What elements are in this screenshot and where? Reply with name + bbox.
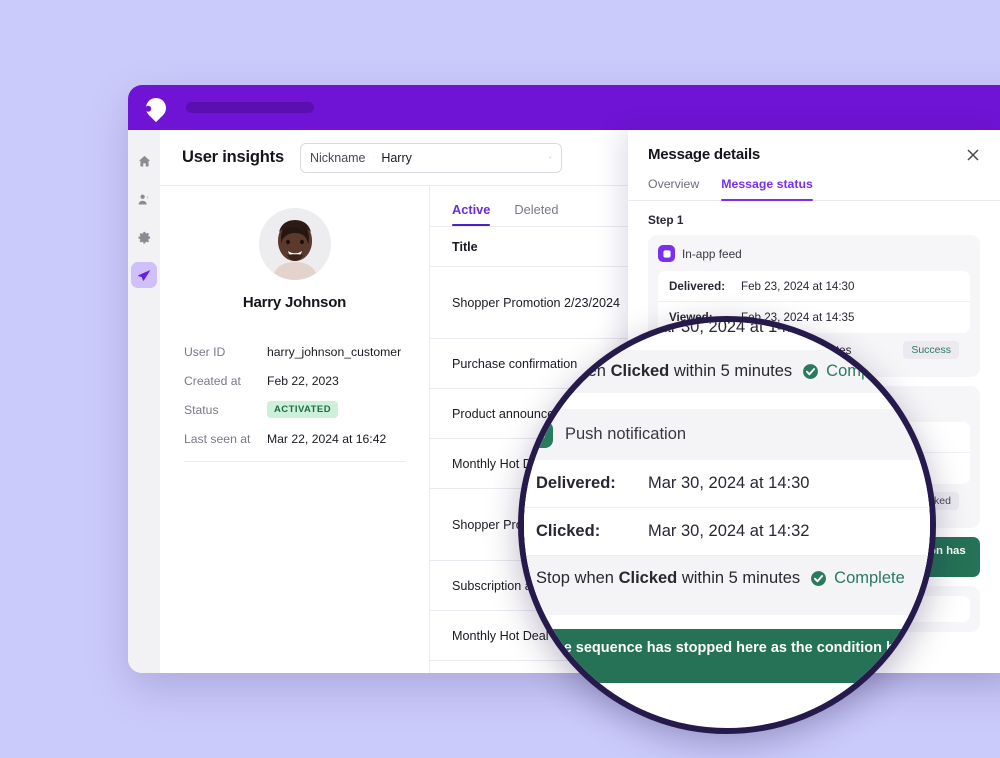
channel-header: In-app feed: [658, 245, 970, 262]
profile-field-list: User ID harry_johnson_customer Created a…: [184, 337, 405, 462]
tab-message-status[interactable]: Message status: [721, 177, 813, 200]
topbar-placeholder-pill: [186, 102, 314, 113]
avatar: [259, 208, 331, 280]
magnified-field-row: Viewed: Mar 30, 2024 at 14:35: [518, 316, 936, 350]
magnified-step-card-push: Push notification Delivered: Mar 30, 202…: [518, 409, 936, 615]
condition-text: Stop when Clicked within 5 minutes: [536, 569, 800, 588]
in-app-feed-icon: [658, 245, 675, 262]
condition-status: Complete: [802, 362, 897, 381]
profile-field-status: Status ACTIVATED: [184, 395, 405, 424]
magnifier-lens: Viewed: Mar 30, 2024 at 14:35 Stop when …: [518, 316, 936, 734]
app-topbar: [128, 85, 1000, 130]
chevron-down-icon[interactable]: [373, 153, 375, 162]
field-label: User ID: [184, 345, 267, 359]
magnifier-content: Viewed: Mar 30, 2024 at 14:35 Stop when …: [524, 322, 936, 734]
field-row-delivered: Delivered: Mar 30, 2024 at 14:30: [520, 460, 936, 508]
field-label: Clicked:: [536, 522, 648, 541]
sidebar-item-messages[interactable]: [131, 262, 157, 288]
channel-name: Push notification: [565, 425, 686, 444]
sidebar-item-home[interactable]: [131, 148, 157, 174]
condition-keyword: Clicked: [619, 569, 678, 587]
field-label: Created at: [184, 374, 267, 388]
users-icon: [137, 192, 152, 207]
channel-name: In-app feed: [682, 247, 742, 261]
magnified-condition-row-step2: Stop when Clicked within 5 minutes Compl…: [520, 556, 936, 601]
profile-field-last-seen: Last seen at Mar 22, 2024 at 16:42: [184, 424, 405, 453]
condition-status: Complete: [810, 569, 905, 588]
field-value: Feb 22, 2023: [267, 374, 339, 388]
field-value: Mar 30, 2024 at 14:30: [648, 474, 809, 493]
profile-field-created-at: Created at Feb 22, 2023: [184, 366, 405, 395]
field-row-clicked: Clicked: Mar 30, 2024 at 14:32: [520, 508, 936, 556]
field-label: Status: [184, 403, 267, 417]
banner-text: The sequence has stopped here as the con…: [546, 640, 936, 672]
profile-name: Harry Johnson: [184, 294, 405, 311]
tab-overview[interactable]: Overview: [648, 177, 699, 200]
gear-icon: [137, 230, 152, 245]
message-details-header: Message details: [628, 130, 1000, 163]
magnified-condition-row-step1: Stop when Clicked within 5 minutes Compl…: [518, 350, 936, 393]
field-row: Delivered: Feb 23, 2024 at 14:30: [658, 271, 970, 302]
divider: [184, 461, 405, 462]
home-icon: [137, 154, 152, 169]
message-details-title: Message details: [648, 146, 966, 163]
condition-keyword: Clicked: [611, 362, 670, 380]
spacer: [518, 393, 936, 409]
field-value: Mar 30, 2024 at 14:32: [648, 522, 809, 541]
screenshot-root: User insights Nickname: [0, 0, 1000, 758]
field-value: Mar 22, 2024 at 16:42: [267, 432, 386, 446]
tab-active[interactable]: Active: [452, 202, 490, 226]
spacer: [518, 683, 936, 723]
status-text: Complete: [826, 362, 897, 381]
field-label: Delivered:: [536, 474, 648, 493]
sidebar-rail: [128, 130, 160, 673]
check-circle-icon: [802, 363, 819, 380]
close-icon[interactable]: [549, 151, 552, 164]
magnified-sequence-stopped-banner: The sequence has stopped here as the con…: [518, 629, 936, 683]
profile-field-user-id: User ID harry_johnson_customer: [184, 337, 405, 366]
message-details-tabs: Overview Message status: [628, 163, 1000, 201]
tab-deleted[interactable]: Deleted: [514, 202, 558, 226]
condition-prefix: Stop when: [536, 569, 619, 587]
paper-plane-icon: [137, 268, 152, 283]
page-title: User insights: [182, 148, 284, 167]
channel-header: Push notification: [520, 421, 936, 448]
bell-icon: [526, 421, 553, 448]
close-icon[interactable]: [966, 148, 980, 162]
field-label: Delivered:: [669, 280, 741, 293]
search-input[interactable]: [381, 151, 542, 165]
step-label: Step 1: [648, 213, 980, 227]
sidebar-item-users[interactable]: [131, 186, 157, 212]
sidebar-item-settings[interactable]: [131, 224, 157, 250]
condition-suffix: within 5 minutes: [677, 569, 800, 587]
app-logo-icon: [142, 93, 170, 121]
condition-text: Stop when Clicked within 5 minutes: [528, 362, 792, 381]
avatar-illustration-icon: [259, 208, 331, 280]
field-value: harry_johnson_customer: [267, 345, 401, 359]
condition-suffix: within 5 minutes: [669, 362, 792, 380]
field-value: Feb 23, 2024 at 14:30: [741, 280, 854, 293]
status-text: Complete: [834, 569, 905, 588]
user-profile-panel: Harry Johnson User ID harry_johnson_cust…: [160, 186, 430, 673]
status-fields: Delivered: Mar 30, 2024 at 14:30 Clicked…: [520, 460, 936, 601]
search-filter-label[interactable]: Nickname: [310, 151, 366, 165]
user-search-box[interactable]: Nickname: [300, 143, 562, 173]
check-circle-icon: [810, 570, 827, 587]
field-label: Last seen at: [184, 432, 267, 446]
status-badge: ACTIVATED: [267, 401, 338, 418]
condition-prefix: Stop when: [528, 362, 611, 380]
